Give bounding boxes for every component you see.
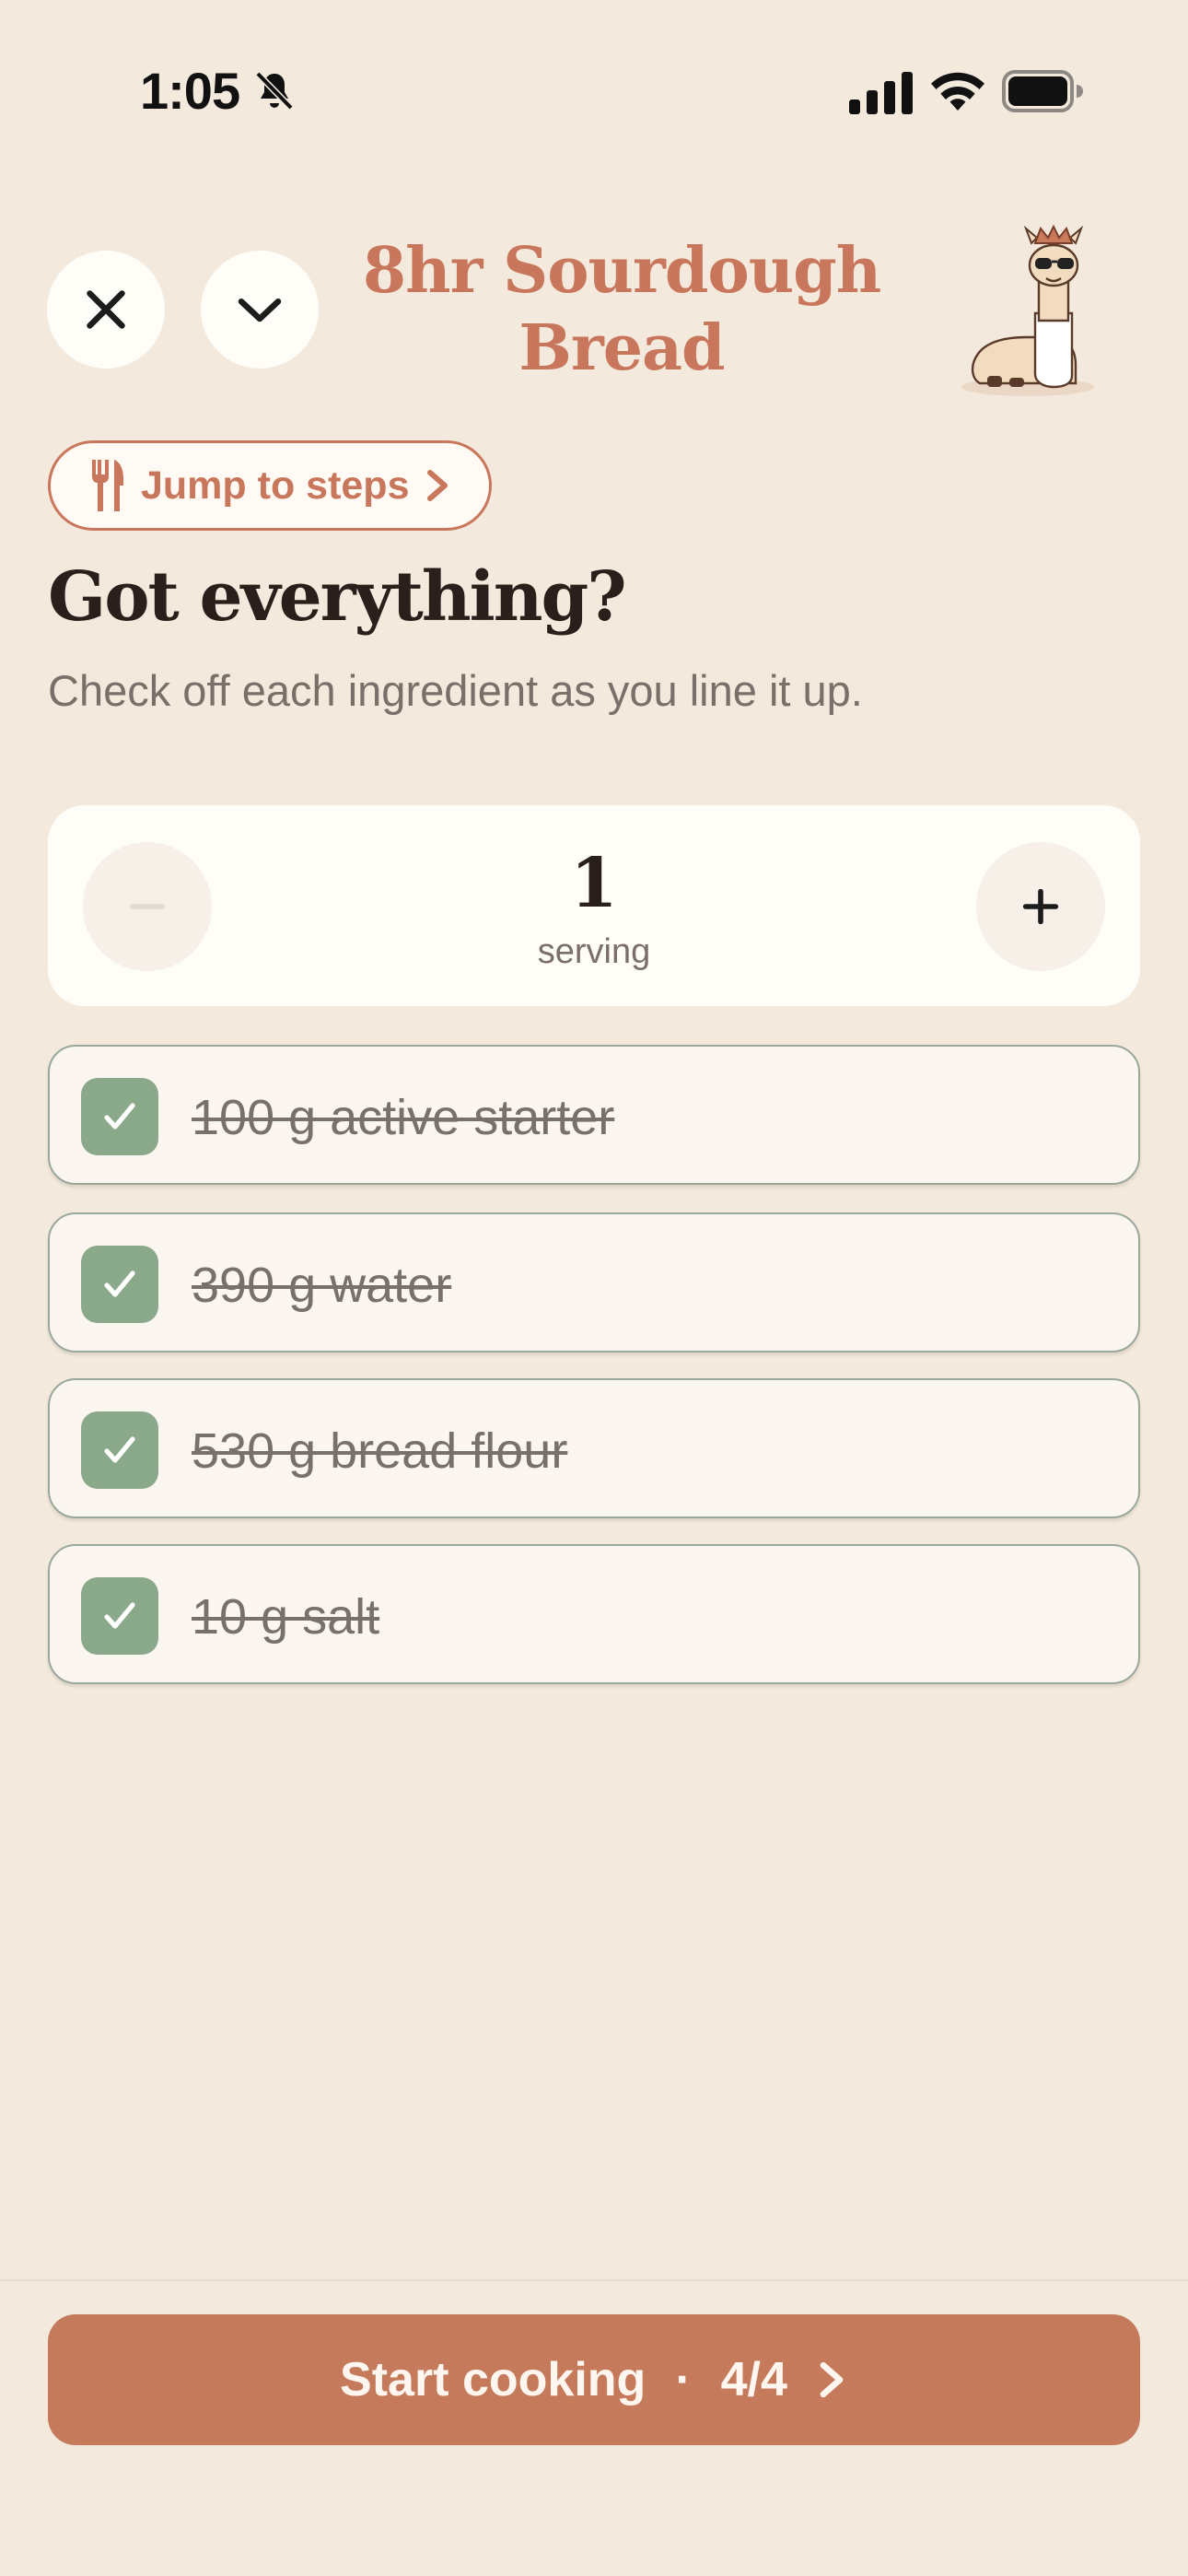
- increase-servings-button[interactable]: [976, 842, 1105, 971]
- battery-icon: [1002, 70, 1083, 112]
- checkmark-icon: [104, 1436, 135, 1463]
- jump-to-steps-button[interactable]: Jump to steps: [48, 440, 492, 531]
- ingredient-label: 530 g bread flour: [192, 1423, 568, 1479]
- chevron-down-icon: [238, 299, 282, 322]
- ingredient-label: 10 g salt: [192, 1589, 380, 1645]
- start-cooking-label: Start cooking: [340, 2353, 646, 2406]
- cta-separator: ·: [675, 2353, 692, 2406]
- footer-divider: [0, 2279, 1188, 2281]
- checkmark-icon: [104, 1602, 135, 1629]
- ingredient-item[interactable]: 10 g salt: [48, 1544, 1140, 1684]
- ingredient-item[interactable]: 390 g water: [48, 1212, 1140, 1352]
- ingredient-checkbox[interactable]: [81, 1411, 158, 1489]
- chevron-right-icon: [426, 470, 448, 501]
- bell-slash-icon: [255, 71, 294, 111]
- cellular-signal-icon: [849, 72, 913, 114]
- status-bar: 1:05: [0, 0, 1188, 184]
- wifi-icon: [931, 72, 984, 111]
- jump-to-steps-label: Jump to steps: [141, 463, 410, 508]
- plus-icon: [1022, 888, 1059, 925]
- collapse-button[interactable]: [201, 251, 319, 369]
- llama-mascot-icon: [961, 224, 1094, 396]
- ingredient-checkbox[interactable]: [81, 1577, 158, 1655]
- ingredient-item[interactable]: 100 g active starter: [48, 1045, 1140, 1185]
- close-icon: [87, 290, 125, 329]
- serving-label: serving: [537, 932, 651, 971]
- checkmark-icon: [104, 1270, 135, 1297]
- close-button[interactable]: [47, 251, 165, 369]
- chevron-right-icon: [820, 2361, 844, 2398]
- checkmark-icon: [104, 1103, 135, 1130]
- cta-progress: 4/4: [720, 2353, 787, 2406]
- status-time: 1:05: [140, 62, 240, 120]
- recipe-title: 8hr Sourdough Bread: [362, 234, 881, 385]
- ingredient-item[interactable]: 530 g bread flour: [48, 1378, 1140, 1518]
- ingredient-label: 390 g water: [192, 1258, 452, 1313]
- ingredient-label: 100 g active starter: [192, 1090, 615, 1145]
- page-title: Got everything?: [48, 557, 627, 637]
- page-subtitle: Check off each ingredient as you line it…: [48, 666, 863, 715]
- start-cooking-button[interactable]: Start cooking · 4/4: [48, 2314, 1140, 2445]
- ingredient-checkbox[interactable]: [81, 1078, 158, 1155]
- fork-knife-icon: [92, 460, 123, 511]
- serving-stepper: 1 serving: [48, 805, 1140, 1006]
- ingredient-checkbox[interactable]: [81, 1246, 158, 1323]
